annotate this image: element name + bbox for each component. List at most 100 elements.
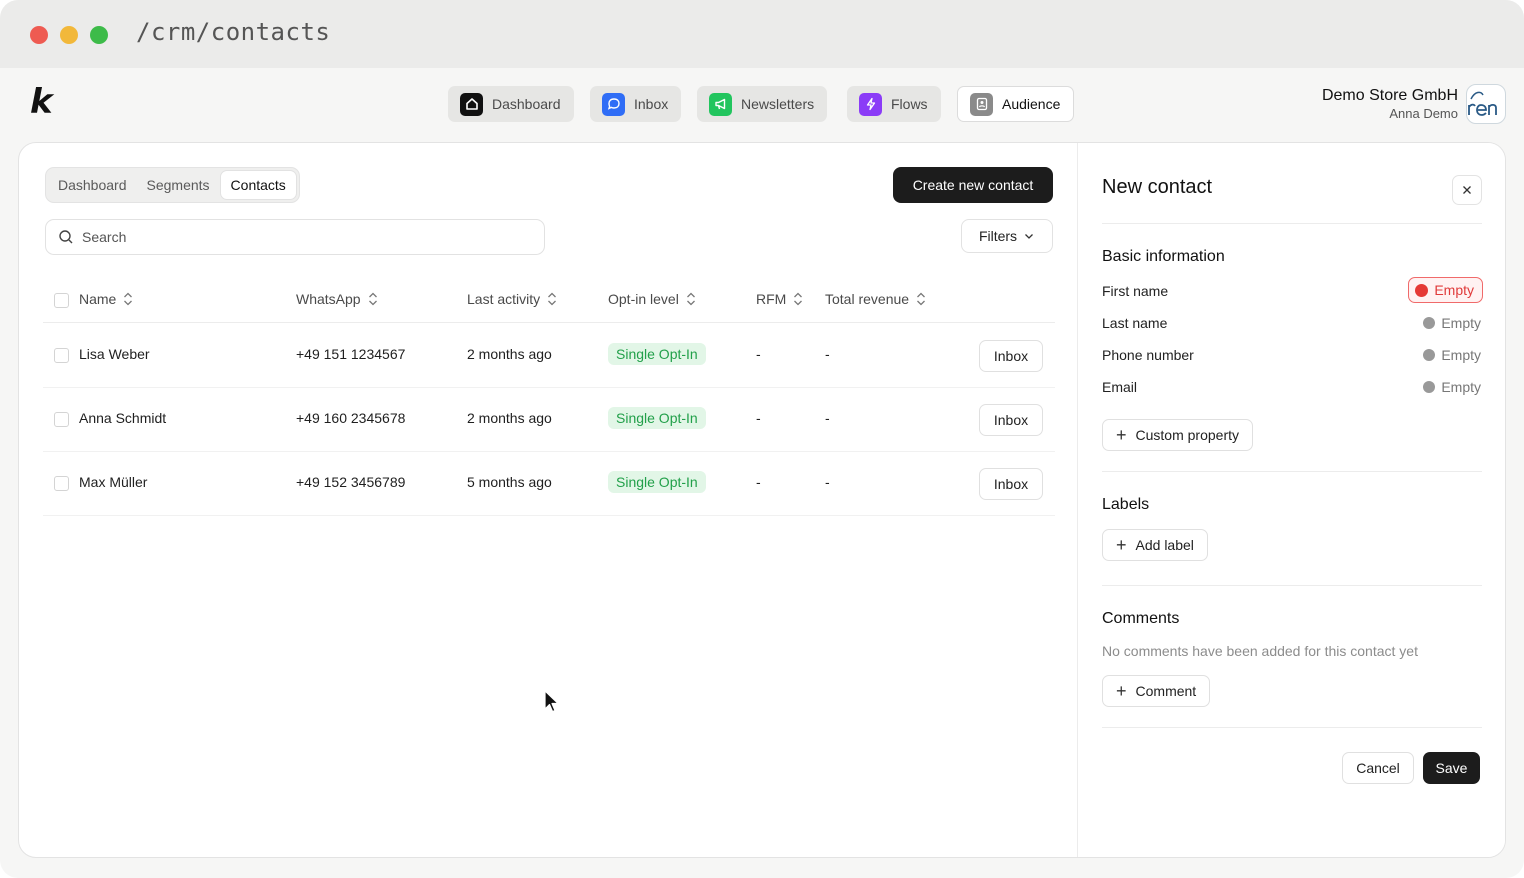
new-contact-panel: New contact Basic information First name…	[1077, 143, 1505, 857]
sort-icon	[368, 292, 377, 306]
contact-whatsapp: +49 152 3456789	[296, 474, 406, 490]
column-rfm[interactable]: RFM	[756, 291, 803, 307]
status-dot-icon	[1423, 317, 1436, 329]
value-text: Empty	[1434, 282, 1474, 298]
search-icon	[59, 230, 73, 244]
column-opt-in[interactable]: Opt-in level	[608, 291, 696, 307]
column-whatsapp[interactable]: WhatsApp	[296, 291, 378, 307]
custom-property-button[interactable]: + Custom property	[1102, 419, 1253, 451]
filters-button[interactable]: Filters	[961, 219, 1053, 253]
nav-newsletters[interactable]: Newsletters	[697, 86, 828, 122]
phone-value[interactable]: Empty	[1423, 347, 1481, 363]
home-icon	[460, 92, 483, 116]
row-inbox-button[interactable]: Inbox	[979, 340, 1043, 372]
save-button[interactable]: Save	[1423, 752, 1480, 784]
close-panel-button[interactable]	[1452, 175, 1482, 205]
title-bar: /crm/contacts	[0, 0, 1524, 68]
add-label-button[interactable]: + Add label	[1102, 529, 1208, 561]
cancel-button[interactable]: Cancel	[1342, 752, 1414, 784]
store-logo-icon	[1468, 91, 1497, 116]
tab-dashboard[interactable]: Dashboard	[48, 170, 137, 200]
select-all-checkbox[interactable]	[54, 293, 69, 308]
divider	[1102, 223, 1482, 224]
contact-name: Anna Schmidt	[79, 410, 167, 426]
tab-segments[interactable]: Segments	[137, 170, 220, 200]
row-inbox-button[interactable]: Inbox	[979, 404, 1043, 436]
add-comment-button[interactable]: + Comment	[1102, 675, 1211, 707]
contact-revenue: -	[825, 410, 830, 426]
column-label: RFM	[756, 291, 787, 307]
store-avatar[interactable]	[1466, 84, 1506, 124]
column-label: WhatsApp	[296, 291, 361, 307]
contact-rfm: -	[756, 346, 761, 362]
panel-title: New contact	[1102, 176, 1213, 198]
contact-last-activity: 5 months ago	[467, 474, 552, 490]
tab-contacts[interactable]: Contacts	[219, 170, 297, 200]
search-box[interactable]	[45, 219, 545, 255]
row-checkbox[interactable]	[54, 412, 69, 427]
contact-rfm: -	[756, 410, 761, 426]
table-row[interactable]: Anna Schmidt +49 160 2345678 2 months ag…	[43, 388, 1055, 452]
minimize-window-button[interactable]	[60, 26, 78, 44]
contact-last-activity: 2 months ago	[467, 410, 552, 426]
plus-icon: +	[1116, 681, 1127, 701]
row-checkbox[interactable]	[54, 348, 69, 363]
app-header: k Dashboard Inbox Newsletters Flows Audi…	[0, 68, 1524, 142]
nav-dashboard[interactable]: Dashboard	[448, 86, 574, 122]
search-input[interactable]	[82, 229, 502, 245]
close-icon	[1463, 186, 1471, 194]
error-dot-icon	[1415, 283, 1429, 297]
nav-label: Newsletters	[741, 96, 815, 112]
chat-icon	[602, 92, 625, 116]
contact-last-activity: 2 months ago	[467, 346, 552, 362]
sort-icon	[794, 292, 803, 306]
nav-inbox[interactable]: Inbox	[590, 86, 682, 122]
nav-label: Inbox	[634, 96, 669, 112]
column-label: Last activity	[467, 291, 541, 307]
contact-revenue: -	[825, 346, 830, 362]
sort-icon	[917, 292, 926, 306]
store-name: Demo Store GmbH	[1321, 87, 1458, 104]
maximize-window-button[interactable]	[90, 26, 108, 44]
row-inbox-button[interactable]: Inbox	[979, 468, 1043, 500]
close-window-button[interactable]	[30, 26, 48, 44]
button-label: Custom property	[1135, 427, 1239, 443]
create-contact-button[interactable]: Create new contact	[893, 167, 1053, 203]
contact-whatsapp: +49 160 2345678	[296, 410, 406, 426]
last-name-value[interactable]: Empty	[1423, 315, 1481, 331]
first-name-value[interactable]: Empty	[1408, 277, 1483, 303]
contact-revenue: -	[825, 474, 830, 490]
divider	[1102, 727, 1482, 728]
mouse-cursor-icon	[544, 690, 559, 713]
status-dot-icon	[1423, 381, 1436, 393]
column-name[interactable]: Name	[79, 291, 133, 307]
nav-flows[interactable]: Flows	[847, 86, 941, 122]
url-path: /crm/contacts	[136, 18, 331, 46]
nav-audience[interactable]: Audience	[957, 86, 1075, 122]
table-row[interactable]: Max Müller +49 152 3456789 5 months ago …	[43, 452, 1055, 516]
account-info[interactable]: Demo Store GmbH Anna Demo	[1322, 87, 1458, 121]
nav-label: Dashboard	[492, 96, 561, 112]
opt-in-badge: Single Opt-In	[608, 343, 706, 365]
opt-in-badge: Single Opt-In	[608, 471, 706, 493]
field-phone-label: Phone number	[1102, 347, 1194, 363]
table-row[interactable]: Lisa Weber +49 151 1234567 2 months ago …	[43, 324, 1055, 388]
nav-label: Flows	[891, 96, 928, 112]
field-email-label: Email	[1102, 379, 1138, 395]
email-value[interactable]: Empty	[1423, 379, 1481, 395]
contact-name: Lisa Weber	[79, 346, 150, 362]
filters-label: Filters	[978, 228, 1018, 244]
button-label: Comment	[1135, 683, 1197, 699]
labels-title: Labels	[1102, 496, 1150, 513]
app-logo[interactable]: k	[30, 82, 53, 122]
nav-label: Audience	[1002, 96, 1061, 112]
user-name: Anna Demo	[1389, 106, 1458, 121]
app-window: /crm/contacts k Dashboard Inbox Newslett…	[0, 0, 1524, 878]
row-checkbox[interactable]	[54, 476, 69, 491]
button-label: Add label	[1135, 537, 1194, 553]
sort-icon	[548, 292, 557, 306]
column-last-activity[interactable]: Last activity	[467, 291, 557, 307]
contact-name: Max Müller	[79, 474, 148, 490]
column-total-revenue[interactable]: Total revenue	[825, 291, 926, 307]
contacts-card: Dashboard Segments Contacts Create new c…	[18, 142, 1506, 858]
